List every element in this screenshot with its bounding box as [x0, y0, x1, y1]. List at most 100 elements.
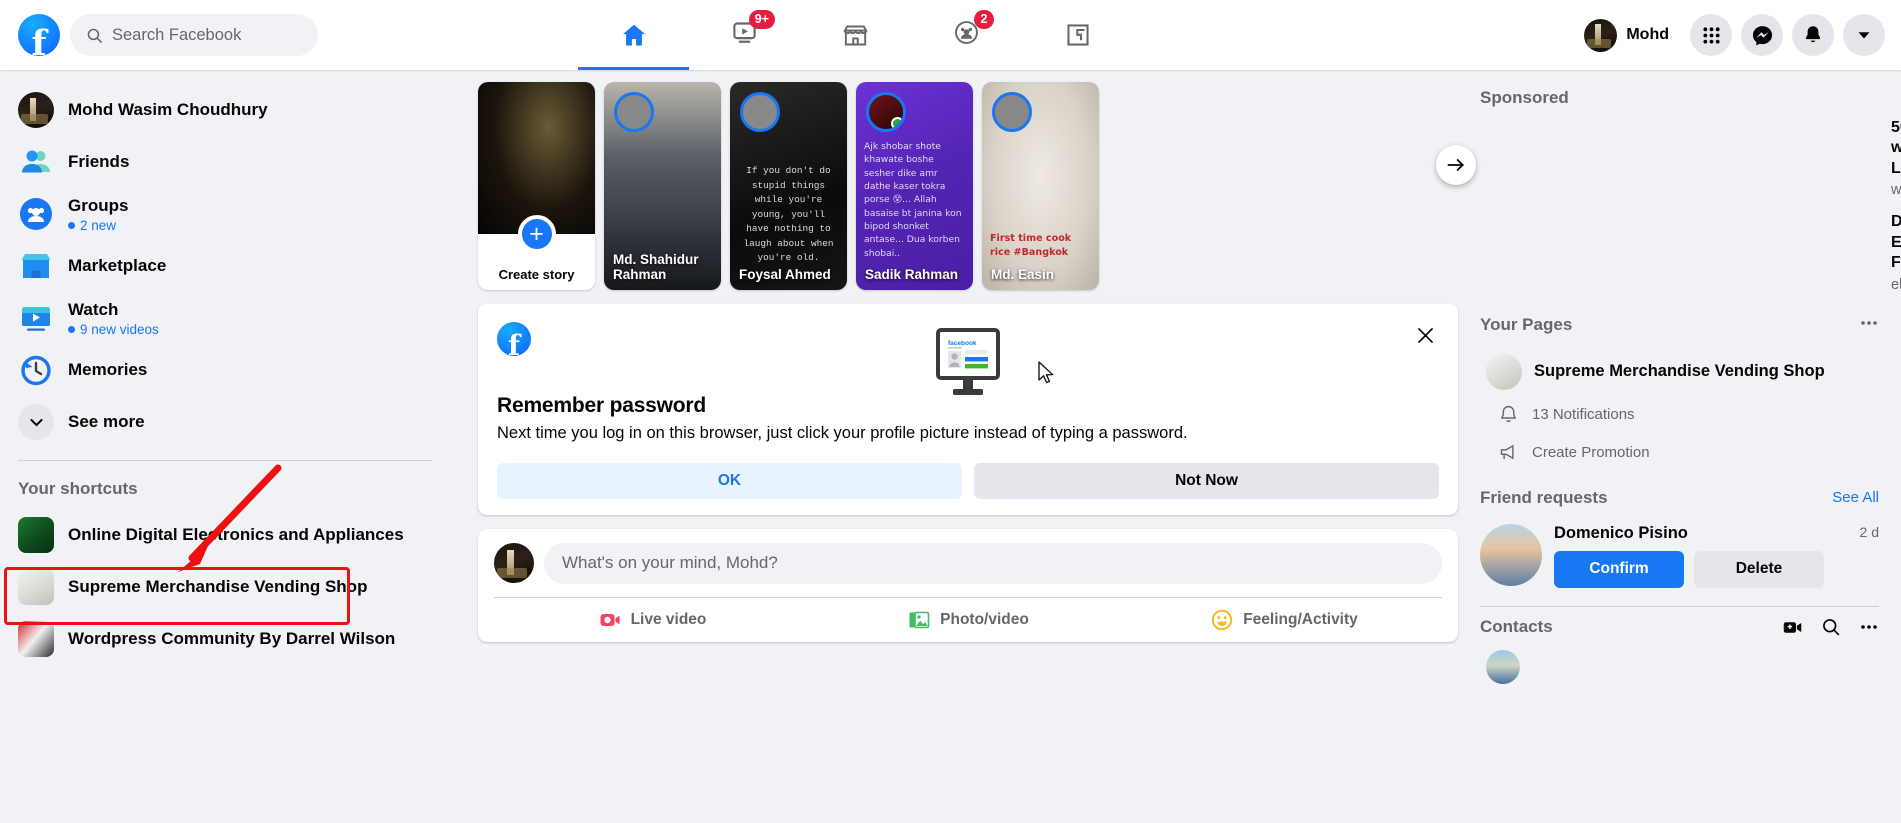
feeling-activity-button[interactable]: Feeling/Activity: [1126, 598, 1442, 642]
live-video-button[interactable]: Live video: [494, 598, 810, 642]
marketplace-store-icon: [843, 25, 868, 45]
megaphone-icon: [1500, 445, 1514, 460]
sidebar-divider: [18, 460, 432, 461]
avatar[interactable]: [1480, 523, 1542, 586]
nav-tab-groups[interactable]: 2: [911, 0, 1022, 70]
story-card[interactable]: If you don't do stupid things while you'…: [730, 82, 847, 290]
messenger-button[interactable]: [1741, 14, 1783, 56]
story-card[interactable]: First time cook rice #Bangkok Md. Easin: [982, 82, 1099, 290]
sidebar-item-marketplace[interactable]: Marketplace: [10, 240, 440, 292]
sponsored-ad-divi[interactable]: WordPress GAME CHANGER! Divi Changes Eve…: [1480, 212, 1901, 292]
ellipsis-icon[interactable]: [1859, 313, 1879, 338]
friend-requests-title: Friend requests: [1480, 487, 1608, 507]
search-icon[interactable]: [1821, 617, 1841, 637]
friend-request-time: 2 d: [1859, 523, 1879, 540]
sidebar-item-label: Watch: [68, 299, 119, 319]
sidebar-item-see-more[interactable]: See more: [10, 396, 440, 448]
online-status-icon: [891, 117, 903, 129]
top-navigation-bar: Search Facebook 9+: [0, 0, 1901, 70]
close-icon: [1417, 327, 1433, 343]
page-name: Supreme Merchandise Vending Shop: [1534, 362, 1825, 381]
friend-request-item: Domenico Pisino 2 d Confirm Delete: [1480, 518, 1879, 592]
nav-tab-watch[interactable]: 9+: [689, 0, 800, 70]
shortcut-label: Wordpress Community By Darrel Wilson: [68, 629, 396, 648]
dialog-body: Next time you log in on this browser, ju…: [497, 424, 1188, 442]
sidebar-item-watch[interactable]: Watch 9 new videos: [10, 292, 440, 344]
facebook-logo-icon: [497, 322, 531, 360]
shortcut-label: Supreme Merchandise Vending Shop: [68, 577, 368, 596]
header-left: Search Facebook: [0, 14, 318, 61]
story-card[interactable]: Ajk shobar shote khawate boshe sesher di…: [856, 82, 973, 290]
circuit-board-thumb: [18, 517, 54, 553]
story-author-name: Foysal Ahmed: [739, 267, 831, 283]
close-dialog-button[interactable]: [1408, 318, 1442, 352]
ad-title: Divi Changes Everything! 👉 Find Out Why.: [1891, 213, 1901, 272]
nav-tab-marketplace[interactable]: [800, 0, 911, 70]
monitor-illustration-icon: facebook: [936, 328, 1000, 395]
sidebar-item-profile[interactable]: Mohd Wasim Choudhury: [10, 84, 440, 136]
stories-next-button[interactable]: [1436, 145, 1476, 185]
nav-tab-gaming[interactable]: [1022, 0, 1133, 70]
photo-video-label: Photo/video: [940, 610, 1029, 628]
confirm-button[interactable]: Confirm: [1554, 550, 1684, 588]
ad-url: elegantthemes.com: [1891, 276, 1901, 293]
nav-tab-home[interactable]: [578, 0, 689, 70]
see-all-link[interactable]: See All: [1832, 489, 1879, 506]
create-promotion-link[interactable]: Create Promotion: [1480, 434, 1879, 472]
video-call-icon[interactable]: [1782, 617, 1803, 638]
ad-title: 50% Off weForms - Limited Time: [1891, 119, 1901, 177]
search-input[interactable]: Search Facebook: [70, 14, 318, 56]
wordpress-thumb: [18, 621, 54, 657]
mouse-cursor: [1038, 361, 1054, 384]
shortcut-item-online-digital-electronics[interactable]: Online Digital Electronics and Appliance…: [10, 509, 440, 561]
menu-grid-button[interactable]: [1690, 14, 1732, 56]
header-actions: Mohd: [1580, 0, 1885, 70]
shortcut-item-wordpress-community[interactable]: Wordpress Community By Darrel Wilson: [10, 613, 440, 665]
sponsored-header: Sponsored: [1480, 82, 1879, 118]
sidebar-item-memories[interactable]: Memories: [10, 344, 440, 396]
friends-icon: [18, 144, 54, 180]
facebook-logo-icon[interactable]: [18, 14, 60, 61]
notifications-button[interactable]: [1792, 14, 1834, 56]
sidebar-item-label: Memories: [68, 360, 148, 379]
not-now-button[interactable]: Not Now: [974, 462, 1439, 499]
delete-button[interactable]: Delete: [1694, 550, 1824, 588]
account-menu-button[interactable]: [1843, 14, 1885, 56]
ok-button[interactable]: OK: [497, 462, 962, 499]
live-video-icon: [600, 613, 620, 626]
story-author-avatar: [866, 92, 906, 132]
svg-text:facebook: facebook: [948, 340, 977, 347]
search-placeholder: Search Facebook: [112, 25, 242, 44]
photo-video-button[interactable]: Photo/video: [810, 598, 1126, 642]
new-dot-icon: [68, 221, 75, 229]
facebook-page: Search Facebook 9+: [0, 0, 1901, 823]
marketplace-icon: [18, 248, 54, 284]
sidebar-item-friends[interactable]: Friends: [10, 136, 440, 188]
profile-button[interactable]: Mohd: [1580, 15, 1681, 56]
home-icon: [622, 24, 645, 46]
composer-input[interactable]: What's on your mind, Mohd?: [544, 542, 1442, 584]
create-story-card[interactable]: + Create story: [478, 82, 595, 290]
photo-video-icon: [909, 611, 930, 628]
page-avatar: [1486, 353, 1522, 390]
sidebar-item-groups[interactable]: Groups 2 new: [10, 188, 440, 240]
sidebar-item-sub: 2 new: [68, 218, 128, 233]
sponsored-ad-weforms[interactable]: Get weForms now and save up to 50% weFor…: [1480, 118, 1901, 198]
right-divider: [1480, 605, 1879, 607]
your-pages-title: Your Pages: [1480, 315, 1573, 335]
dialog-actions: OK Not Now: [497, 462, 1439, 499]
friend-request-content: Domenico Pisino 2 d Confirm Delete: [1554, 524, 1879, 588]
story-card[interactable]: Md. Shahidur Rahman: [604, 82, 721, 290]
story-text: First time cook rice #Bangkok: [990, 233, 1072, 259]
avatar: [18, 92, 54, 128]
page-notifications-link[interactable]: 13 Notifications: [1480, 396, 1879, 434]
header-nav-tabs: 9+ 2: [578, 0, 1133, 70]
page-item-supreme-merchandise[interactable]: Supreme Merchandise Vending Shop: [1480, 348, 1879, 396]
friend-request-name[interactable]: Domenico Pisino: [1554, 524, 1688, 543]
shortcut-label: Online Digital Electronics and Appliance…: [68, 525, 404, 544]
shortcut-item-supreme-merchandise-vending-shop[interactable]: Supreme Merchandise Vending Shop: [10, 561, 440, 613]
contact-list-item[interactable]: [1480, 648, 1879, 686]
ellipsis-icon[interactable]: [1859, 617, 1879, 637]
chevron-down-icon: [18, 404, 54, 440]
shortcuts-title: Your shortcuts: [18, 479, 138, 498]
